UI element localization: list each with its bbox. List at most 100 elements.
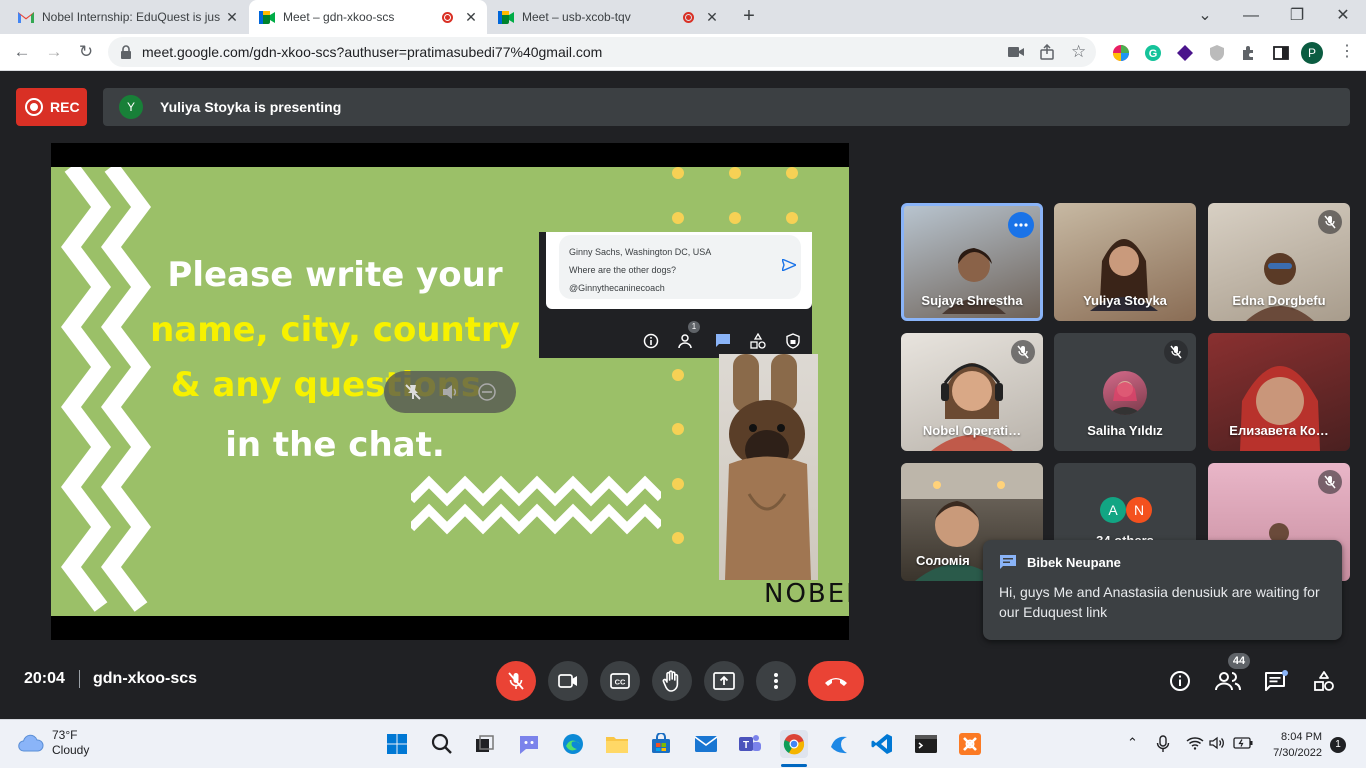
participant-tile-saliha[interactable]: Saliha Yıldız <box>1054 333 1196 451</box>
mail-button[interactable] <box>692 730 720 758</box>
unpin-icon[interactable] <box>403 382 423 402</box>
weather-widget[interactable]: 73°F Cloudy <box>18 728 89 758</box>
participant-tile-edna[interactable]: Edna Dorgbefu <box>1208 203 1350 321</box>
grammarly-icon[interactable]: G <box>1143 43 1163 63</box>
participant-tile-yuliya[interactable]: Yuliya Stoyka <box>1054 203 1196 321</box>
wifi-icon[interactable] <box>1186 736 1204 750</box>
shield-extension-icon[interactable] <box>1207 43 1227 63</box>
tab-search-icon[interactable]: ⌄ <box>1193 4 1217 28</box>
participant-name: Edna Dorgbefu <box>1232 293 1326 308</box>
recording-indicator-icon <box>683 11 694 23</box>
more-options-button[interactable] <box>756 661 796 701</box>
close-window-button[interactable]: ✕ <box>1331 4 1355 28</box>
show-everyone-button[interactable] <box>1214 667 1242 695</box>
send-icon <box>782 259 796 271</box>
chat-message-line: Where are the other dogs? <box>569 265 677 275</box>
teams-button[interactable]: T <box>736 730 764 758</box>
minimize-button[interactable]: — <box>1239 4 1263 28</box>
recording-button[interactable]: REC <box>16 88 87 126</box>
more-options-icon[interactable] <box>1008 212 1034 238</box>
captions-icon: CC <box>610 673 630 689</box>
tab-title: Nobel Internship: EduQuest is jus <box>42 10 221 24</box>
meet-window: REC Y Yuliya Stoyka is presenting Please… <box>0 71 1366 719</box>
meet-icon <box>259 9 275 25</box>
weather-condition: Cloudy <box>52 743 90 757</box>
activities-icon <box>1314 671 1334 691</box>
restore-button[interactable]: ❐ <box>1285 4 1309 28</box>
microphone-toggle-button[interactable] <box>496 661 536 701</box>
chat-button[interactable] <box>1262 667 1290 695</box>
chrome-icon <box>783 734 805 755</box>
edge-button[interactable] <box>559 730 587 758</box>
speaker-icon[interactable] <box>1209 736 1225 750</box>
tab-meet-current[interactable]: Meet – gdn-xkoo-scs ✕ <box>249 0 487 34</box>
dot-decoration <box>672 532 684 544</box>
people-count-badge: 1 <box>688 321 700 333</box>
share-icon[interactable] <box>1040 44 1056 60</box>
nobel-logo: NOBEL <box>764 579 849 609</box>
back-icon[interactable]: ← <box>10 40 34 64</box>
tab-meet-other[interactable]: Meet – usb-xcob-tqv ✕ <box>488 0 728 34</box>
store-button[interactable] <box>647 730 675 758</box>
reload-icon[interactable]: ↻ <box>74 40 98 64</box>
presenter-avatar: Y <box>119 95 143 119</box>
participant-tile-elizaveta[interactable]: Елизавета Ко… <box>1208 333 1350 451</box>
end-call-icon <box>825 678 847 686</box>
captions-button[interactable]: CC <box>600 661 640 701</box>
mic-off-icon <box>508 672 524 690</box>
app-button[interactable] <box>825 730 853 758</box>
address-bar[interactable]: meet.google.com/gdn-xkoo-scs?authuser=pr… <box>108 37 1096 67</box>
forward-icon[interactable]: → <box>42 40 66 64</box>
chrome-menu-icon[interactable]: ⋮ <box>1339 41 1355 61</box>
windows-icon <box>387 734 407 754</box>
close-tab-icon[interactable]: ✕ <box>463 9 479 26</box>
camera-toggle-button[interactable] <box>548 661 588 701</box>
system-clock[interactable]: 8:04 PM 7/30/2022 <box>1262 729 1322 761</box>
shared-screen[interactable]: Please write your name, city, country & … <box>51 143 849 640</box>
extensions-puzzle-icon[interactable] <box>1239 43 1259 63</box>
start-button[interactable] <box>383 730 411 758</box>
close-tab-icon[interactable]: ✕ <box>704 9 720 26</box>
notification-badge[interactable]: 1 <box>1330 737 1346 753</box>
muted-mic-icon <box>1164 340 1188 364</box>
file-explorer-button[interactable] <box>603 730 631 758</box>
participant-tile-sujaya[interactable]: Sujaya Shrestha <box>901 203 1043 321</box>
participant-name: Елизавета Ко… <box>1229 423 1329 438</box>
people-icon <box>678 334 692 349</box>
chat-card: Ginny Sachs, Washington DC, USA Where ar… <box>546 232 812 309</box>
muted-mic-icon <box>1318 470 1342 494</box>
bookmark-star-icon[interactable]: ☆ <box>1071 42 1086 62</box>
battery-icon[interactable] <box>1233 737 1253 749</box>
color-wheel-extension-icon[interactable] <box>1111 43 1131 63</box>
side-panel-icon[interactable] <box>1271 43 1291 63</box>
clock-time: 8:04 PM <box>1281 731 1322 743</box>
remove-tile-icon[interactable] <box>477 382 497 402</box>
task-view-button[interactable] <box>471 730 499 758</box>
presentation-slide: Please write your name, city, country & … <box>51 167 849 616</box>
terminal-button[interactable] <box>912 730 940 758</box>
meeting-details-button[interactable] <box>1166 667 1194 695</box>
raise-hand-button[interactable] <box>652 661 692 701</box>
search-button[interactable] <box>428 730 456 758</box>
camera-in-use-icon[interactable] <box>1008 45 1024 59</box>
show-hidden-icons-icon[interactable]: ⌃ <box>1127 735 1138 751</box>
tab-gmail[interactable]: Nobel Internship: EduQuest is jus ✕ <box>8 0 248 34</box>
purple-diamond-extension-icon[interactable] <box>1175 43 1195 63</box>
participant-tile-nobel-operations[interactable]: Nobel Operati… <box>901 333 1043 451</box>
close-tab-icon[interactable]: ✕ <box>224 9 240 26</box>
volume-icon[interactable] <box>440 382 460 402</box>
microphone-icon[interactable] <box>1156 735 1170 753</box>
more-vert-icon <box>774 673 778 689</box>
present-now-button[interactable] <box>704 661 744 701</box>
zigzag-decoration <box>411 475 661 535</box>
xampp-button[interactable] <box>956 730 984 758</box>
chrome-button[interactable] <box>780 730 808 758</box>
new-tab-button[interactable]: + <box>738 5 760 27</box>
vscode-button[interactable] <box>868 730 896 758</box>
svg-text:G: G <box>1149 48 1158 60</box>
teams-chat-button[interactable] <box>515 730 543 758</box>
leave-call-button[interactable] <box>808 661 864 701</box>
profile-avatar[interactable]: P <box>1301 42 1323 64</box>
activities-button[interactable] <box>1310 667 1338 695</box>
chat-notification[interactable]: Bibek Neupane Hi, guys Me and Anastasiia… <box>983 540 1342 640</box>
